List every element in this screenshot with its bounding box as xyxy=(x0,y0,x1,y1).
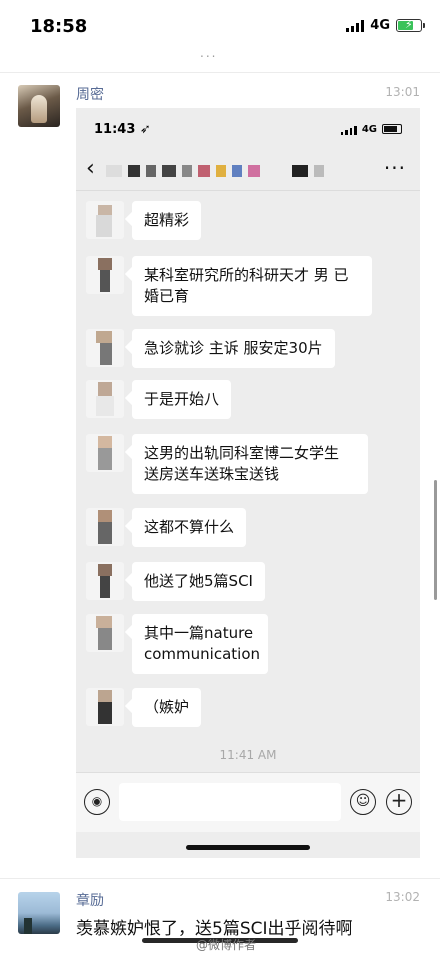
chat-header: ‹ ··· xyxy=(76,150,420,190)
signal-icon xyxy=(340,123,357,135)
avatar[interactable] xyxy=(86,562,124,600)
message-bubble: 急诊就诊 主诉 服安定30片 xyxy=(132,329,335,368)
more-icon[interactable]: ··· xyxy=(384,156,406,180)
battery-icon xyxy=(382,124,402,134)
avatar[interactable] xyxy=(86,434,124,472)
message-bubble: 这男的出轨同科室博二女学生 送房送车送珠宝送钱 xyxy=(132,434,368,494)
avatar[interactable] xyxy=(86,256,124,294)
plus-icon[interactable]: + xyxy=(386,789,412,815)
message-bubble: 他送了她5篇SCI xyxy=(132,562,265,601)
avatar[interactable] xyxy=(86,201,124,239)
home-indicator xyxy=(186,845,310,850)
comment-time: 13:02 xyxy=(385,890,420,904)
avatar[interactable] xyxy=(86,380,124,418)
chat-title-redacted xyxy=(106,162,366,180)
commenter-name[interactable]: 周密 xyxy=(76,84,104,104)
moments-tip: ... xyxy=(200,46,218,60)
avatar[interactable] xyxy=(18,85,60,127)
divider xyxy=(0,878,440,879)
message-bubble: 超精彩 xyxy=(132,201,202,240)
avatar[interactable] xyxy=(18,892,60,934)
status-bar: 18:58 4G ⚡ xyxy=(0,0,440,50)
avatar[interactable] xyxy=(86,688,124,726)
divider xyxy=(0,72,440,73)
network-label: 4G xyxy=(370,18,390,33)
chat-timestamp: 11:41 AM xyxy=(219,748,277,762)
screenshot-time: 11:43 ➶ xyxy=(94,122,151,137)
message-bubble: （嫉妒 xyxy=(132,688,202,727)
avatar[interactable] xyxy=(86,329,124,367)
status-indicators: 4G ⚡ xyxy=(346,18,425,33)
input-bar: ◉ ☺ + xyxy=(76,772,420,832)
message-bubble: 其中一篇nature communication xyxy=(132,614,268,674)
avatar[interactable] xyxy=(86,614,124,652)
screenshot-status-bar: 11:43 ➶ 4G xyxy=(76,108,420,148)
commenter-name[interactable]: 章励 xyxy=(76,890,104,910)
emoji-icon[interactable]: ☺ xyxy=(350,789,376,815)
status-time: 18:58 xyxy=(30,16,88,37)
message-input[interactable] xyxy=(119,783,341,821)
voice-icon[interactable]: ◉ xyxy=(84,789,110,815)
chat-screenshot[interactable]: 11:43 ➶ 4G ‹ ··· 超精彩 某科室研究所的科研天才 男 已婚已育 … xyxy=(76,108,420,858)
chevron-left-icon[interactable]: ‹ xyxy=(86,158,95,180)
avatar[interactable] xyxy=(86,508,124,546)
message-bubble: 某科室研究所的科研天才 男 已婚已育 xyxy=(132,256,372,316)
divider xyxy=(76,190,420,191)
message-bubble: 于是开始八 xyxy=(132,380,232,419)
comment-time: 13:01 xyxy=(385,85,420,99)
scrollbar[interactable] xyxy=(434,480,437,600)
message-bubble: 这都不算什么 xyxy=(132,508,247,547)
battery-icon: ⚡ xyxy=(396,18,425,32)
watermark: @微博作者 xyxy=(196,938,257,952)
signal-icon xyxy=(346,19,365,32)
network-label: 4G xyxy=(361,123,377,135)
screenshot-status-indicators: 4G xyxy=(340,123,402,135)
